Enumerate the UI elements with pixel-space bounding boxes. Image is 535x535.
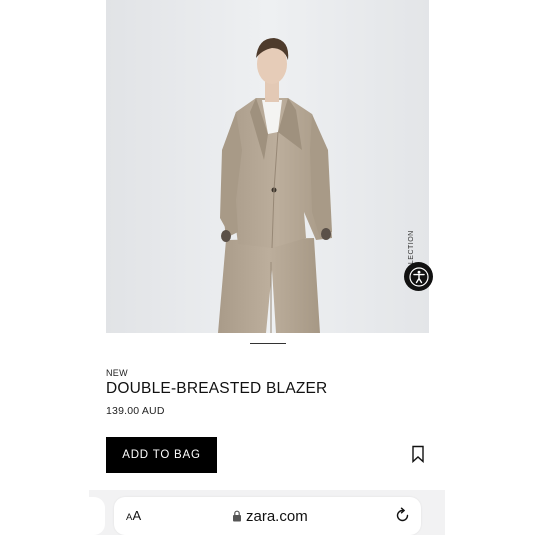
bookmark-icon: [412, 445, 424, 464]
previous-tab-pill[interactable]: [89, 497, 105, 535]
product-price: 139.00 AUD: [106, 405, 165, 417]
gallery-page-indicator: [250, 343, 286, 344]
product-tag: NEW: [106, 368, 128, 378]
add-to-bag-button[interactable]: ADD TO BAG: [106, 437, 217, 473]
text-size-button[interactable]: AA: [126, 508, 141, 523]
reload-icon: [396, 507, 409, 522]
product-title: DOUBLE-BREASTED BLAZER: [106, 380, 328, 397]
model-illustration: [106, 0, 429, 333]
reload-button[interactable]: [394, 507, 411, 524]
address-url[interactable]: zara.com: [232, 507, 308, 525]
lock-icon: [233, 510, 241, 522]
domain-text: zara.com: [246, 507, 308, 525]
bookmark-button[interactable]: [410, 445, 426, 464]
text-size-large-a: A: [132, 508, 142, 523]
accessibility-button[interactable]: [404, 262, 433, 291]
product-image[interactable]: [106, 0, 429, 333]
accessibility-icon: [408, 266, 429, 287]
